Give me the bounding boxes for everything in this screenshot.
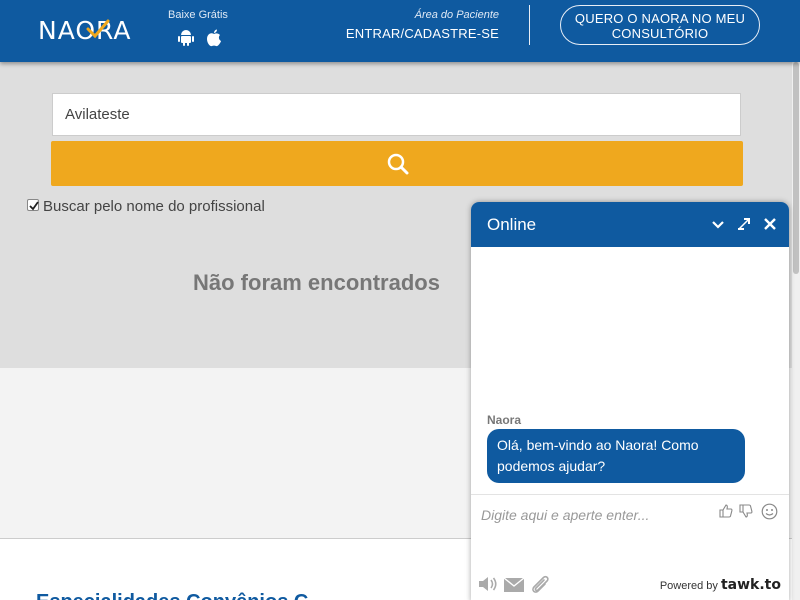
sound-icon[interactable]	[477, 575, 499, 598]
tawk-brand: tawk.to	[720, 577, 781, 593]
page-scrollbar[interactable]	[792, 62, 800, 600]
emoji-icon[interactable]	[761, 503, 778, 525]
powered-by[interactable]: Powered by tawk.to	[660, 577, 781, 593]
footer-heading: Especialidades Convênios C	[36, 591, 308, 600]
checkmark-icon	[29, 201, 39, 211]
patient-area: Área do Paciente ENTRAR/CADASTRE-SE	[346, 9, 499, 41]
thumbs-up-icon[interactable]	[719, 504, 733, 523]
chat-status: Online	[487, 215, 537, 234]
chat-composer: Powered by tawk.to	[471, 494, 789, 600]
chat-message-input[interactable]	[481, 503, 716, 527]
patient-area-label: Área do Paciente	[414, 9, 499, 21]
header-divider	[529, 5, 530, 45]
agent-name: Naora	[487, 413, 522, 427]
no-results-message: Não foram encontrados	[193, 270, 440, 295]
thumbs-down-icon[interactable]	[739, 504, 753, 523]
login-register-link[interactable]: ENTRAR/CADASTRE-SE	[346, 26, 499, 41]
logo-check-icon	[86, 19, 110, 39]
attach-icon[interactable]	[529, 574, 551, 600]
apple-icon[interactable]	[206, 29, 222, 47]
store-label: Baixe Grátis	[168, 9, 228, 21]
chat-messages: Naora Olá, bem-vindo ao Naora! Como pode…	[471, 247, 789, 494]
search-button[interactable]	[51, 141, 743, 186]
powered-label: Powered by	[659, 580, 718, 592]
mail-icon[interactable]	[503, 577, 525, 598]
naora-logo[interactable]: NAORA	[38, 16, 142, 46]
for-clinics-button[interactable]: QUERO O NAORA NO MEU CONSULTÓRIO	[560, 5, 760, 45]
chat-widget: Online Naora Olá, bem-vindo ao Naora! Co…	[471, 202, 789, 600]
chat-header: Online	[471, 202, 789, 247]
close-icon[interactable]	[761, 215, 779, 233]
site-header: NAORA Baixe Grátis Área do Paciente ENTR…	[0, 0, 800, 62]
store-icons	[178, 29, 228, 49]
cta-line-2: CONSULTÓRIO	[611, 26, 709, 41]
app-download: Baixe Grátis	[168, 9, 248, 47]
popout-icon[interactable]	[735, 215, 753, 233]
search-by-name-label: Buscar pelo nome do profissional	[43, 198, 265, 215]
cta-line-1: QUERO O NAORA NO MEU	[574, 11, 746, 26]
search-by-name-checkbox[interactable]	[27, 199, 39, 211]
android-icon[interactable]	[178, 29, 194, 47]
scroll-thumb[interactable]	[793, 62, 799, 274]
chevron-down-icon[interactable]	[709, 215, 727, 233]
search-icon	[387, 153, 409, 175]
agent-message: Olá, bem-vindo ao Naora! Como podemos aj…	[487, 429, 745, 483]
search-input[interactable]	[52, 93, 741, 136]
